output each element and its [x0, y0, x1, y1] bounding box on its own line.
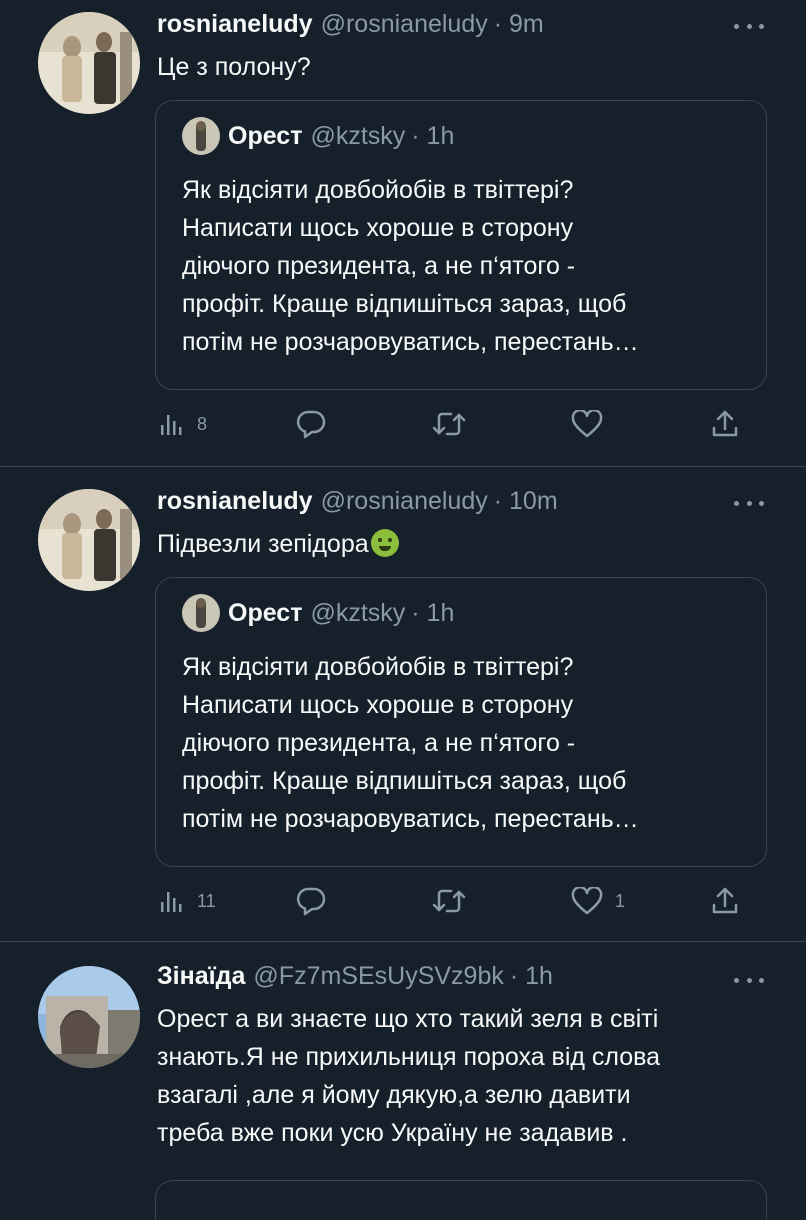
like-button[interactable]: 1 — [571, 881, 625, 921]
heart-icon — [571, 887, 603, 915]
quoted-text-line: потім не розчаровуватись, перестань… — [182, 805, 639, 833]
quoted-tweet[interactable]: Орест @kztsky · 1h Як відсіяти довбойобі… — [155, 577, 767, 867]
more-dots-icon[interactable] — [734, 493, 764, 513]
share-upload-icon — [712, 887, 738, 914]
tweet-header: Зінаїда @Fz7mSEsUySVz9bk · 1h — [157, 962, 553, 996]
quoted-text-line: Як відсіяти довбойобів в твіттері? — [182, 653, 574, 681]
share-button[interactable] — [711, 404, 739, 444]
views-count: 8 — [197, 413, 208, 434]
quoted-avatar — [182, 117, 220, 155]
quoted-timestamp: · 1h — [411, 598, 455, 627]
timestamp[interactable]: · 1h — [510, 962, 553, 991]
tweet-text-line: взагалі ,але я йому дякую,а зелю давити — [157, 1081, 631, 1109]
views-count: 11 — [197, 890, 216, 911]
tweet[interactable]: rosnianeludy @rosnianeludy · 9m Це з пол… — [0, 0, 806, 466]
more-dots-icon[interactable] — [734, 16, 764, 36]
speech-bubble-icon — [296, 410, 326, 439]
user-handle[interactable]: @Fz7mSEsUySVz9bk — [253, 962, 503, 991]
quoted-tweet[interactable] — [155, 1180, 767, 1220]
tweet[interactable]: rosnianeludy @rosnianeludy · 10m Підвезл… — [0, 467, 806, 941]
likes-count: 1 — [615, 890, 626, 911]
quoted-text-line: Як відсіяти довбойобів в твіттері? — [182, 176, 574, 204]
quoted-text: Як відсіяти довбойобів в твіттері? Напис… — [182, 171, 639, 361]
tweet-text: Це з полону? — [157, 53, 311, 81]
reply-button[interactable] — [295, 881, 327, 921]
share-upload-icon — [712, 410, 738, 437]
like-button[interactable] — [571, 404, 615, 444]
more-dots-icon[interactable] — [734, 970, 764, 990]
quoted-tweet[interactable]: Орест @kztsky · 1h Як відсіяти довбойобі… — [155, 100, 767, 390]
retweet-button[interactable] — [431, 404, 467, 444]
heart-icon — [571, 410, 603, 438]
quoted-text-line: діючого президента, а не п‘ятого - — [182, 252, 576, 280]
user-handle[interactable]: @rosnianeludy — [321, 487, 488, 516]
retweet-button[interactable] — [431, 881, 467, 921]
speech-bubble-icon — [296, 887, 326, 916]
share-button[interactable] — [711, 881, 739, 921]
quoted-handle: @kztsky — [310, 598, 406, 627]
quoted-handle: @kztsky — [310, 121, 406, 150]
timestamp[interactable]: · 9m — [494, 10, 544, 39]
retweet-arrows-icon — [432, 889, 466, 913]
avatar[interactable] — [38, 489, 140, 591]
quoted-text-line: потім не розчаровуватись, перестань… — [182, 328, 639, 356]
views-button[interactable]: 8 — [159, 404, 207, 444]
quoted-timestamp: · 1h — [411, 121, 455, 150]
tweet-text: Підвезли зепідора — [157, 525, 399, 563]
bar-chart-icon — [161, 892, 182, 912]
quoted-display-name: Орест — [228, 121, 303, 150]
nauseated-face-emoji — [370, 529, 399, 557]
tweet-text-line: треба вже поки усю Україну не задавив . — [157, 1119, 628, 1147]
quoted-avatar — [182, 594, 220, 632]
quoted-text-line: Написати щось хороше в сторону — [182, 691, 574, 719]
display-name[interactable]: Зінаїда — [157, 962, 245, 991]
tweet-text-line: знають.Я не прихильниця пороха від слова — [157, 1043, 661, 1071]
retweet-arrows-icon — [432, 412, 466, 436]
bar-chart-icon — [161, 415, 182, 435]
timestamp[interactable]: · 10m — [494, 487, 558, 516]
quoted-text-line: профіт. Краще відпишіться зараз, щоб — [182, 290, 627, 318]
tweet-text-content: Підвезли зепідора — [157, 530, 369, 558]
tweet-actions: 8 — [155, 404, 755, 444]
tweet-header: rosnianeludy @rosnianeludy · 9m — [157, 10, 544, 44]
quoted-text-line: діючого президента, а не п‘ятого - — [182, 729, 576, 757]
tweet[interactable]: Зінаїда @Fz7mSEsUySVz9bk · 1h Орест а ви… — [0, 942, 806, 1220]
quoted-display-name: Орест — [228, 598, 303, 627]
tweet-text: Орест а ви знаєте що хто такий зеля в св… — [157, 1000, 660, 1152]
avatar[interactable] — [38, 12, 140, 114]
tweet-text-line: Орест а ви знаєте що хто такий зеля в св… — [157, 1005, 659, 1033]
avatar[interactable] — [38, 966, 140, 1068]
quoted-text-line: профіт. Краще відпишіться зараз, щоб — [182, 767, 627, 795]
tweet-header: rosnianeludy @rosnianeludy · 10m — [157, 487, 558, 521]
reply-button[interactable] — [295, 404, 327, 444]
quoted-text: Як відсіяти довбойобів в твіттері? Напис… — [182, 648, 639, 838]
display-name[interactable]: rosnianeludy — [157, 10, 313, 39]
quoted-text-line: Написати щось хороше в сторону — [182, 214, 574, 242]
display-name[interactable]: rosnianeludy — [157, 487, 313, 516]
user-handle[interactable]: @rosnianeludy — [321, 10, 488, 39]
tweet-actions: 11 1 — [155, 881, 755, 921]
views-button[interactable]: 11 — [159, 881, 216, 921]
